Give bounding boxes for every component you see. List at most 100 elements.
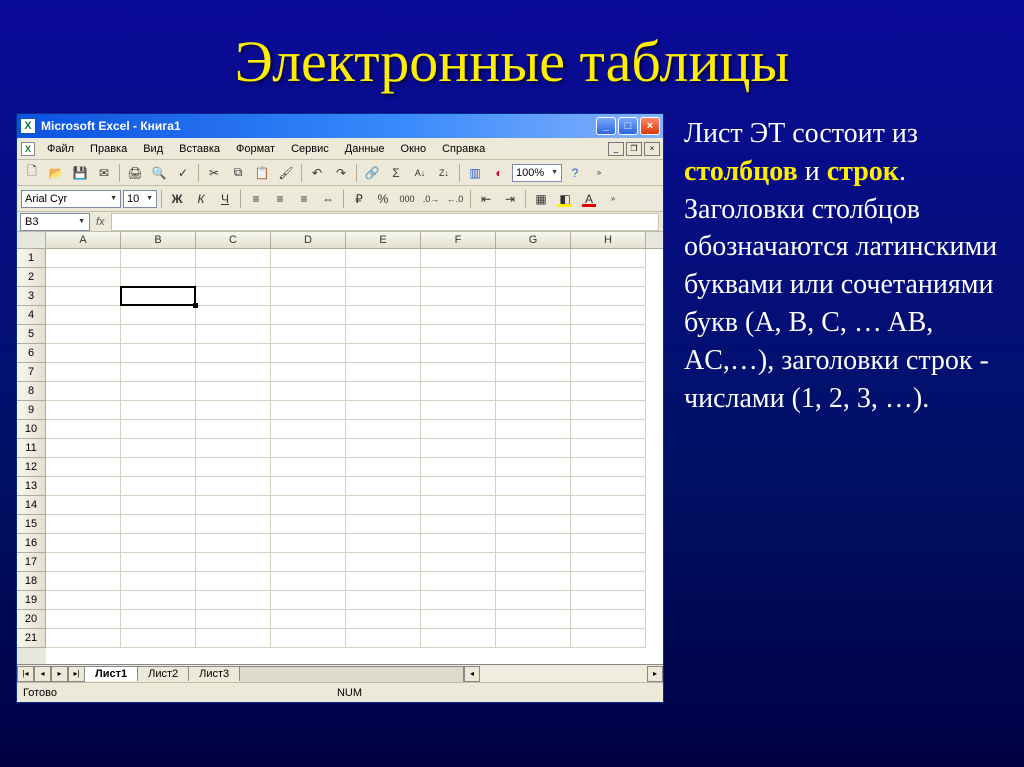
row-header[interactable]: 1 <box>17 249 46 268</box>
cell[interactable] <box>46 439 121 458</box>
cell[interactable] <box>571 325 646 344</box>
cell[interactable] <box>346 344 421 363</box>
cell[interactable] <box>571 610 646 629</box>
formula-input[interactable] <box>111 213 659 231</box>
cell[interactable] <box>496 496 571 515</box>
cell[interactable] <box>421 629 496 648</box>
cell[interactable] <box>271 458 346 477</box>
cell[interactable] <box>271 610 346 629</box>
row-header[interactable]: 4 <box>17 306 46 325</box>
cell[interactable] <box>421 572 496 591</box>
cell[interactable] <box>196 306 271 325</box>
scroll-right-icon[interactable]: ▸ <box>647 666 663 682</box>
spellcheck-icon[interactable]: ✓ <box>172 163 194 183</box>
cell[interactable] <box>196 572 271 591</box>
cell[interactable] <box>421 344 496 363</box>
print-icon[interactable]: 🖨 <box>124 163 146 183</box>
cell[interactable] <box>46 458 121 477</box>
chart-icon[interactable]: ▥ <box>464 163 486 183</box>
cell[interactable] <box>271 325 346 344</box>
row-header[interactable]: 21 <box>17 629 46 648</box>
cell[interactable] <box>46 534 121 553</box>
cell[interactable] <box>346 515 421 534</box>
cell[interactable] <box>196 249 271 268</box>
cell[interactable] <box>196 382 271 401</box>
menu-window[interactable]: Окно <box>393 140 435 158</box>
cell[interactable] <box>421 382 496 401</box>
column-header[interactable]: G <box>496 232 571 248</box>
cell[interactable] <box>346 420 421 439</box>
cell[interactable] <box>571 344 646 363</box>
minimize-button[interactable]: _ <box>596 117 616 135</box>
cell[interactable] <box>121 553 196 572</box>
cell[interactable] <box>496 629 571 648</box>
cell[interactable] <box>46 496 121 515</box>
cell[interactable] <box>346 572 421 591</box>
mail-icon[interactable]: ✉ <box>93 163 115 183</box>
horizontal-scrollbar[interactable]: ◂ ▸ <box>463 666 663 682</box>
cell[interactable] <box>346 306 421 325</box>
name-box[interactable]: B3▼ <box>20 213 90 231</box>
cell[interactable] <box>196 344 271 363</box>
save-icon[interactable]: 💾 <box>69 163 91 183</box>
sort-asc-icon[interactable]: A↓ <box>409 163 431 183</box>
row-header[interactable]: 2 <box>17 268 46 287</box>
zoom-dropdown[interactable]: 100%▼ <box>512 164 562 182</box>
borders-icon[interactable]: ▦ <box>530 189 552 209</box>
cell[interactable] <box>196 363 271 382</box>
column-header[interactable]: B <box>121 232 196 248</box>
menu-view[interactable]: Вид <box>135 140 171 158</box>
cell[interactable] <box>421 287 496 306</box>
cell[interactable] <box>196 401 271 420</box>
cell[interactable] <box>121 325 196 344</box>
sheet-tab[interactable]: Лист3 <box>188 666 240 681</box>
copy-icon[interactable]: ⧉ <box>227 163 249 183</box>
cell[interactable] <box>121 249 196 268</box>
fill-color-icon[interactable]: ◧ <box>554 189 576 209</box>
cell[interactable] <box>571 249 646 268</box>
redo-icon[interactable]: ↷ <box>330 163 352 183</box>
cell[interactable] <box>271 287 346 306</box>
cell[interactable] <box>121 496 196 515</box>
menu-file[interactable]: Файл <box>39 140 82 158</box>
row-header[interactable]: 8 <box>17 382 46 401</box>
cell[interactable] <box>571 306 646 325</box>
cell[interactable] <box>271 496 346 515</box>
cell[interactable] <box>46 382 121 401</box>
select-all-corner[interactable] <box>17 232 46 248</box>
cell[interactable] <box>496 287 571 306</box>
cell[interactable] <box>196 325 271 344</box>
percent-icon[interactable]: % <box>372 189 394 209</box>
menu-data[interactable]: Данные <box>337 140 393 158</box>
bold-icon[interactable]: Ж <box>166 189 188 209</box>
cell[interactable] <box>346 382 421 401</box>
cell[interactable] <box>496 268 571 287</box>
align-left-icon[interactable]: ≡ <box>245 189 267 209</box>
doc-minimize-button[interactable]: _ <box>608 142 624 156</box>
row-header[interactable]: 18 <box>17 572 46 591</box>
cell[interactable] <box>496 325 571 344</box>
currency-icon[interactable]: ₽ <box>348 189 370 209</box>
cell[interactable] <box>496 420 571 439</box>
cell[interactable] <box>121 534 196 553</box>
menu-format[interactable]: Формат <box>228 140 283 158</box>
cell[interactable] <box>46 477 121 496</box>
cell[interactable] <box>496 401 571 420</box>
cell[interactable] <box>46 401 121 420</box>
cell[interactable] <box>121 610 196 629</box>
cell[interactable] <box>271 344 346 363</box>
cell[interactable] <box>496 515 571 534</box>
cell[interactable] <box>121 629 196 648</box>
font-color-icon[interactable]: A <box>578 189 600 209</box>
row-header[interactable]: 7 <box>17 363 46 382</box>
cell[interactable] <box>46 306 121 325</box>
comma-icon[interactable]: 000 <box>396 189 418 209</box>
cell[interactable] <box>571 591 646 610</box>
row-header[interactable]: 11 <box>17 439 46 458</box>
cell[interactable] <box>271 477 346 496</box>
cut-icon[interactable]: ✂ <box>203 163 225 183</box>
active-cell-cursor[interactable] <box>120 286 196 306</box>
cell[interactable] <box>196 610 271 629</box>
cell[interactable] <box>346 268 421 287</box>
cell[interactable] <box>196 268 271 287</box>
